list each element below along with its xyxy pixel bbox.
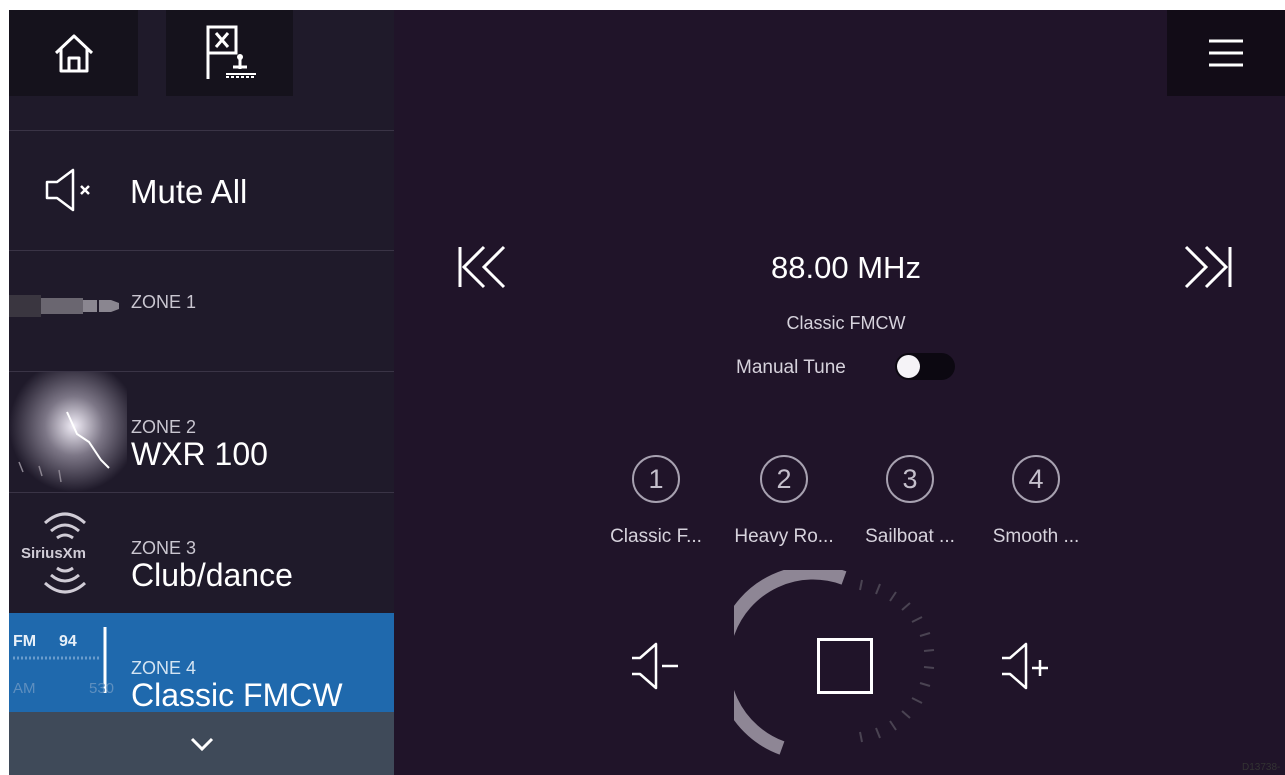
mute-all-label: Mute All (130, 173, 248, 210)
player-panel: 88.00 MHz Classic FMCW Manual Tune 1 Cla… (394, 10, 1285, 775)
next-station-button[interactable] (1172, 243, 1238, 291)
zone-tag: ZONE 2 (131, 417, 197, 437)
preset-number: 4 (1012, 455, 1060, 503)
fm-text: FM (13, 633, 36, 650)
chevron-down-icon (190, 737, 213, 751)
previous-station-button[interactable] (452, 243, 518, 291)
skip-forward-icon (1184, 245, 1232, 289)
zone-name: Club/dance (131, 557, 293, 593)
mute-all-button[interactable]: Mute All (9, 130, 394, 250)
stop-button[interactable] (817, 638, 873, 694)
zone-3-item[interactable]: SiriusXm ZONE 3 Club/dance (9, 493, 394, 613)
sidebar: Mute All ZONE 1 ZONE 2 WXR 100 SiriusXm … (9, 10, 394, 775)
siriusxm-text: SiriusXm (21, 545, 86, 562)
weather-storm-icon (9, 372, 127, 492)
menu-button[interactable] (1167, 10, 1285, 96)
preset-label: Classic F... (610, 526, 702, 547)
man-overboard-button[interactable] (166, 10, 293, 96)
volume-down-icon (632, 642, 678, 690)
volume-down-button[interactable] (628, 641, 688, 691)
preset-label: Smooth ... (992, 526, 1080, 547)
mute-icon (45, 168, 90, 212)
manual-tune-label: Manual Tune (736, 357, 846, 378)
preset-label: Heavy Ro... (734, 526, 834, 547)
reference-code: D13738- (1242, 762, 1281, 773)
aux-jack-icon (9, 295, 119, 317)
zone-tag: ZONE 1 (131, 292, 197, 312)
zone-tag: ZONE 3 (131, 538, 197, 558)
am-text: AM (13, 680, 36, 697)
man-overboard-icon (206, 25, 256, 79)
fm-value: 94 (59, 633, 77, 650)
am-value: 530 (89, 680, 114, 697)
toggle-knob (897, 355, 920, 378)
fm-am-radio-icon: FM 94 AM 530 (13, 627, 114, 697)
volume-up-button[interactable] (998, 641, 1058, 691)
siriusxm-logo: SiriusXm (21, 512, 86, 594)
home-button[interactable] (9, 10, 138, 96)
zone-name: WXR 100 (131, 436, 268, 472)
scroll-down-button[interactable] (9, 712, 394, 775)
zone-1-item[interactable]: ZONE 1 (9, 251, 394, 371)
zone-tag: ZONE 4 (131, 658, 197, 678)
preset-number: 1 (632, 455, 680, 503)
manual-tune-toggle[interactable] (895, 353, 955, 380)
frequency-display: 88.00 MHz (771, 250, 921, 285)
zone-name: Classic FMCW (131, 677, 343, 712)
skip-back-icon (458, 245, 506, 289)
preset-number: 2 (760, 455, 808, 503)
zone-4-item[interactable]: FM 94 AM 530 ZONE 4 Classic FMCW (9, 613, 394, 712)
preset-label: Sailboat ... (865, 526, 955, 547)
home-icon (54, 34, 93, 73)
app-frame: Mute All ZONE 1 ZONE 2 WXR 100 SiriusXm … (0, 0, 1285, 775)
volume-up-icon (1002, 642, 1048, 690)
preset-number: 3 (886, 455, 934, 503)
zone-2-item[interactable]: ZONE 2 WXR 100 (9, 372, 394, 492)
station-name: Classic FMCW (786, 313, 906, 333)
hamburger-menu-icon (1209, 39, 1243, 67)
